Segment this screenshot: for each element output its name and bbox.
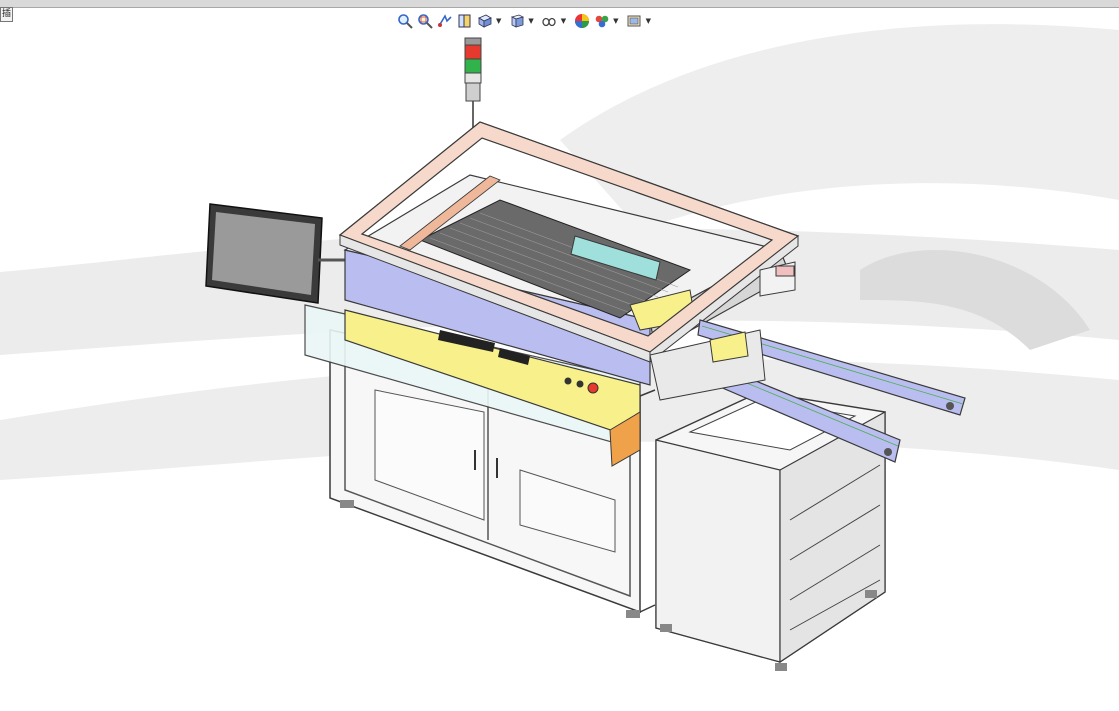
signal-tower bbox=[464, 37, 482, 128]
cad-model-viewport[interactable] bbox=[0, 0, 1119, 711]
